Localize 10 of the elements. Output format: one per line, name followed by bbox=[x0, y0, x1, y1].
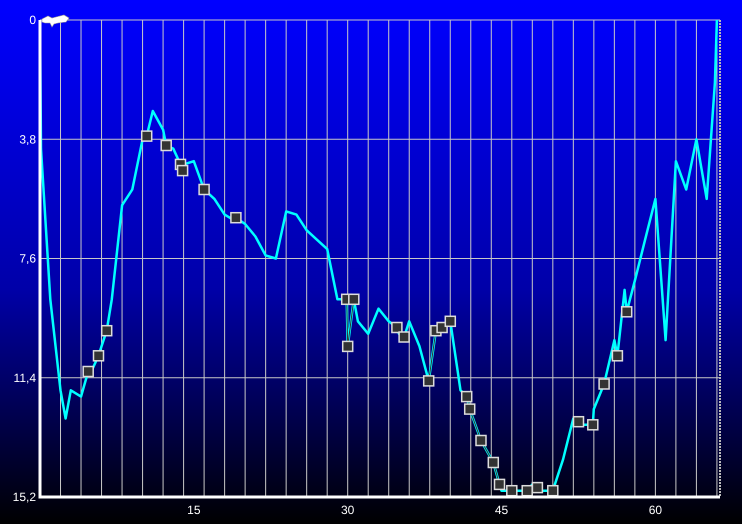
axis-label: 30 bbox=[341, 503, 354, 517]
axis-label: 7,6 bbox=[19, 252, 36, 266]
axis-label: 11,4 bbox=[14, 370, 36, 385]
axis-label: 3,8 bbox=[19, 132, 36, 146]
axis-label: 15,2 bbox=[12, 490, 36, 504]
axis-label: 15 bbox=[187, 503, 201, 517]
diver-icon bbox=[42, 14, 70, 28]
axis-label: 0 bbox=[29, 13, 36, 27]
axis-label: 45 bbox=[494, 503, 508, 517]
axis-label: 60 bbox=[648, 503, 662, 517]
